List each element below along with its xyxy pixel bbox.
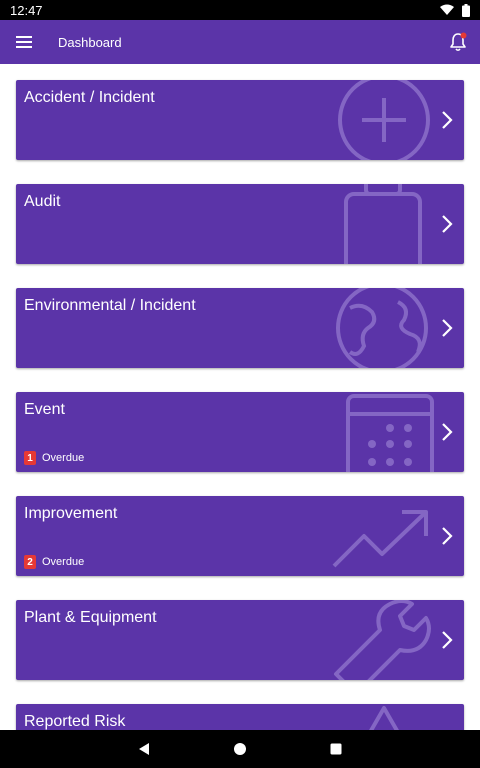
card-event[interactable]: Event 1 Overdue — [16, 392, 464, 472]
overdue-label: Overdue — [42, 452, 85, 464]
card-accident-incident[interactable]: Accident / Incident — [16, 80, 464, 160]
status-icons — [440, 3, 470, 17]
home-icon[interactable] — [233, 742, 247, 756]
menu-button[interactable] — [2, 20, 46, 64]
card-audit[interactable]: Audit — [16, 184, 464, 264]
overdue-badge: 1 Overdue — [24, 451, 84, 465]
calendar-icon — [346, 394, 434, 472]
hamburger-menu-icon — [16, 36, 32, 48]
clipboard-icon — [344, 184, 422, 264]
card-reported-risk[interactable]: Reported Risk — [16, 704, 464, 730]
app-bar: Dashboard — [0, 20, 480, 64]
card-plant-equipment[interactable]: Plant & Equipment — [16, 600, 464, 680]
overdue-label: Overdue — [42, 556, 85, 568]
notification-dot — [460, 32, 467, 39]
chevron-right-icon — [442, 631, 453, 649]
chevron-right-icon — [442, 111, 453, 129]
recents-icon[interactable] — [329, 742, 343, 756]
card-title: Environmental / Incident — [24, 297, 196, 314]
page-title: Dashboard — [58, 34, 122, 50]
status-time: 12:47 — [10, 2, 43, 18]
battery-icon — [462, 3, 470, 17]
card-title: Event — [24, 401, 65, 418]
back-icon[interactable] — [137, 742, 151, 756]
card-title: Reported Risk — [24, 713, 126, 730]
dashboard-list: Accident / Incident Audit Environmental … — [0, 64, 480, 730]
overdue-count: 2 — [24, 555, 36, 569]
card-improvement[interactable]: Improvement 2 Overdue — [16, 496, 464, 576]
globe-icon — [336, 288, 428, 368]
notifications-button[interactable] — [436, 20, 480, 64]
bell-icon — [450, 32, 467, 52]
overdue-badge: 2 Overdue — [24, 555, 84, 569]
trending-up-icon — [332, 510, 428, 568]
card-environmental-incident[interactable]: Environmental / Incident — [16, 288, 464, 368]
plus-circle-icon — [338, 80, 430, 160]
chevron-right-icon — [442, 527, 453, 545]
chevron-right-icon — [442, 423, 453, 441]
chevron-right-icon — [442, 319, 453, 337]
chevron-right-icon — [442, 215, 453, 233]
overdue-count: 1 — [24, 451, 36, 465]
card-title: Plant & Equipment — [24, 609, 157, 626]
card-title: Accident / Incident — [24, 89, 155, 106]
wrench-icon — [334, 600, 431, 680]
status-bar: 12:47 — [0, 0, 480, 20]
wifi-icon — [440, 4, 454, 15]
card-title: Improvement — [24, 505, 118, 522]
card-title: Audit — [24, 193, 61, 210]
system-nav-bar — [0, 730, 480, 768]
warning-icon — [369, 706, 399, 730]
